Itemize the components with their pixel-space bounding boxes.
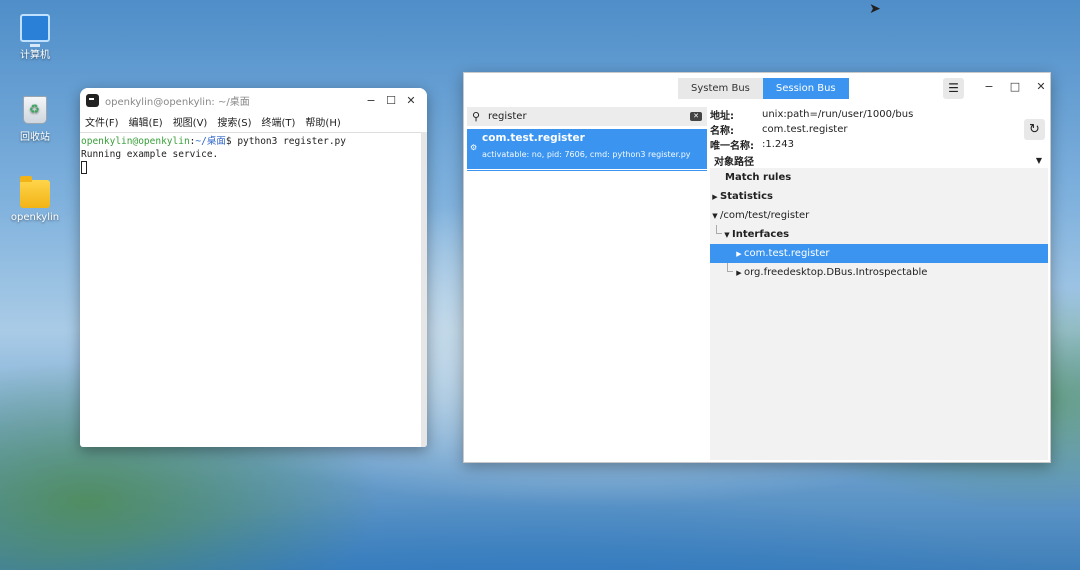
terminal-command: python3 register.py: [237, 136, 346, 147]
menu-search[interactable]: 搜索(S): [217, 114, 251, 129]
name-label: 名称:: [710, 126, 734, 137]
tree-item-label: /com/test/register: [720, 210, 810, 221]
terminal-command-line: openkylin@openkylin:~/桌面$ python3 regist…: [81, 135, 420, 148]
terminal-window[interactable]: openkylin@openkylin: ~/桌面 − ☐ ✕ 文件(F) 编辑…: [80, 88, 427, 447]
unique-name-value: :1.243: [762, 139, 794, 150]
menu-icon[interactable]: ☰: [943, 78, 964, 99]
desktop-icon-computer[interactable]: 计算机: [0, 14, 70, 61]
close-button[interactable]: ✕: [1028, 80, 1054, 93]
tree-item-interface[interactable]: ▶ org.freedesktop.DBus.Introspectable: [710, 263, 1048, 282]
minimize-button[interactable]: −: [361, 94, 381, 107]
menu-edit[interactable]: 编辑(E): [129, 114, 163, 129]
maximize-button[interactable]: ☐: [381, 94, 401, 107]
unique-name-row: 唯一名称: :1.243: [710, 137, 1048, 152]
window-controls: − □ ✕: [976, 80, 1054, 93]
terminal-output-line: Running example service.: [81, 149, 219, 160]
tree-item-interfaces[interactable]: ▼ Interfaces: [710, 225, 1048, 244]
tree-connector: [716, 225, 722, 234]
tree-item-interface-selected[interactable]: ▶ com.test.register: [710, 244, 1048, 263]
terminal-app-icon: [86, 93, 99, 107]
bus-tabs: System Bus Session Bus: [678, 78, 849, 99]
refresh-icon: ↻: [1029, 122, 1040, 137]
prompt-path: ~/桌面: [195, 136, 226, 147]
desktop-icon-label: openkylin: [10, 212, 60, 223]
expand-arrow-icon[interactable]: ▶: [710, 193, 720, 201]
refresh-button[interactable]: ↻: [1024, 119, 1045, 140]
menu-terminal[interactable]: 终端(T): [262, 114, 296, 129]
address-value: unix:path=/run/user/1000/bus: [762, 109, 914, 120]
object-path-label: 对象路径: [714, 156, 754, 168]
chevron-down-icon: ▼: [1035, 155, 1042, 165]
service-name: com.test.register: [482, 132, 585, 144]
tree-item-object-path[interactable]: ▼ /com/test/register: [710, 206, 1048, 225]
menu-view[interactable]: 视图(V): [173, 114, 208, 129]
menu-help[interactable]: 帮助(H): [305, 114, 340, 129]
menu-file[interactable]: 文件(F): [85, 114, 119, 129]
address-row: 地址: unix:path=/run/user/1000/bus: [710, 107, 1048, 122]
tab-system-bus[interactable]: System Bus: [678, 78, 763, 99]
trash-icon: [23, 96, 47, 124]
search-input[interactable]: register: [486, 111, 690, 122]
object-tree[interactable]: Match rules ▶ Statistics ▼ /com/test/reg…: [710, 168, 1048, 460]
tree-item-label: Statistics: [720, 191, 773, 202]
prompt-dollar: $: [225, 136, 238, 147]
maximize-button[interactable]: □: [1002, 80, 1028, 93]
tree-item-label: Match rules: [725, 172, 792, 183]
close-button[interactable]: ✕: [401, 94, 421, 107]
expand-arrow-icon[interactable]: ▶: [734, 250, 744, 258]
search-icon: ⚲: [472, 110, 481, 123]
tree-item-label: Interfaces: [732, 229, 790, 240]
tree-connector: [727, 263, 733, 272]
folder-icon: [20, 176, 50, 208]
unique-name-label: 唯一名称:: [710, 141, 754, 152]
tree-item-statistics[interactable]: ▶ Statistics: [710, 187, 1048, 206]
tree-item-label: com.test.register: [744, 248, 830, 259]
address-label: 地址:: [710, 111, 734, 122]
minimize-button[interactable]: −: [976, 80, 1002, 93]
terminal-title: openkylin@openkylin: ~/桌面: [105, 96, 250, 108]
terminal-scrollbar[interactable]: [421, 132, 427, 447]
desktop-icon-trash[interactable]: 回收站: [0, 96, 70, 143]
terminal-menubar: 文件(F) 编辑(E) 视图(V) 搜索(S) 终端(T) 帮助(H): [80, 112, 427, 131]
service-detail-pane: 地址: unix:path=/run/user/1000/bus 名称: com…: [710, 107, 1048, 462]
service-icon: ⚙: [470, 143, 478, 152]
tree-item-label: org.freedesktop.DBus.Introspectable: [744, 267, 928, 278]
collapse-arrow-icon[interactable]: ▼: [722, 231, 732, 239]
name-row: 名称: com.test.register: [710, 122, 1048, 137]
desktop-icon-label: 计算机: [20, 50, 50, 61]
tab-session-bus[interactable]: Session Bus: [762, 78, 849, 99]
service-item-selected[interactable]: ⚙ com.test.register activatable: no, pid…: [467, 129, 707, 171]
service-search-field[interactable]: ⚲ register ✕: [467, 107, 707, 126]
collapse-arrow-icon[interactable]: ▼: [710, 212, 720, 220]
tree-item-match-rules[interactable]: Match rules: [710, 168, 1048, 187]
expand-arrow-icon[interactable]: ▶: [734, 269, 744, 277]
desktop-icon-label: 回收站: [20, 132, 50, 143]
terminal-output[interactable]: openkylin@openkylin:~/桌面$ python3 regist…: [80, 132, 421, 447]
object-path-header[interactable]: 对象路径 ▼: [710, 152, 1048, 168]
terminal-titlebar[interactable]: openkylin@openkylin: ~/桌面 − ☐ ✕: [80, 88, 427, 112]
service-list-pane: ⚲ register ✕ ⚙ com.test.register activat…: [467, 107, 707, 462]
desktop-icon-folder[interactable]: openkylin: [0, 176, 70, 223]
prompt-user: openkylin@openkylin: [81, 136, 190, 147]
terminal-cursor: [81, 161, 87, 174]
clear-search-icon[interactable]: ✕: [690, 112, 702, 121]
dbus-viewer-window[interactable]: System Bus Session Bus ☰ − □ ✕ ⚲ registe…: [463, 72, 1051, 463]
computer-icon: [20, 14, 50, 47]
mouse-cursor-icon: ➤: [869, 1, 881, 17]
service-info: activatable: no, pid: 7606, cmd: python3…: [482, 150, 691, 159]
name-value: com.test.register: [762, 124, 848, 135]
